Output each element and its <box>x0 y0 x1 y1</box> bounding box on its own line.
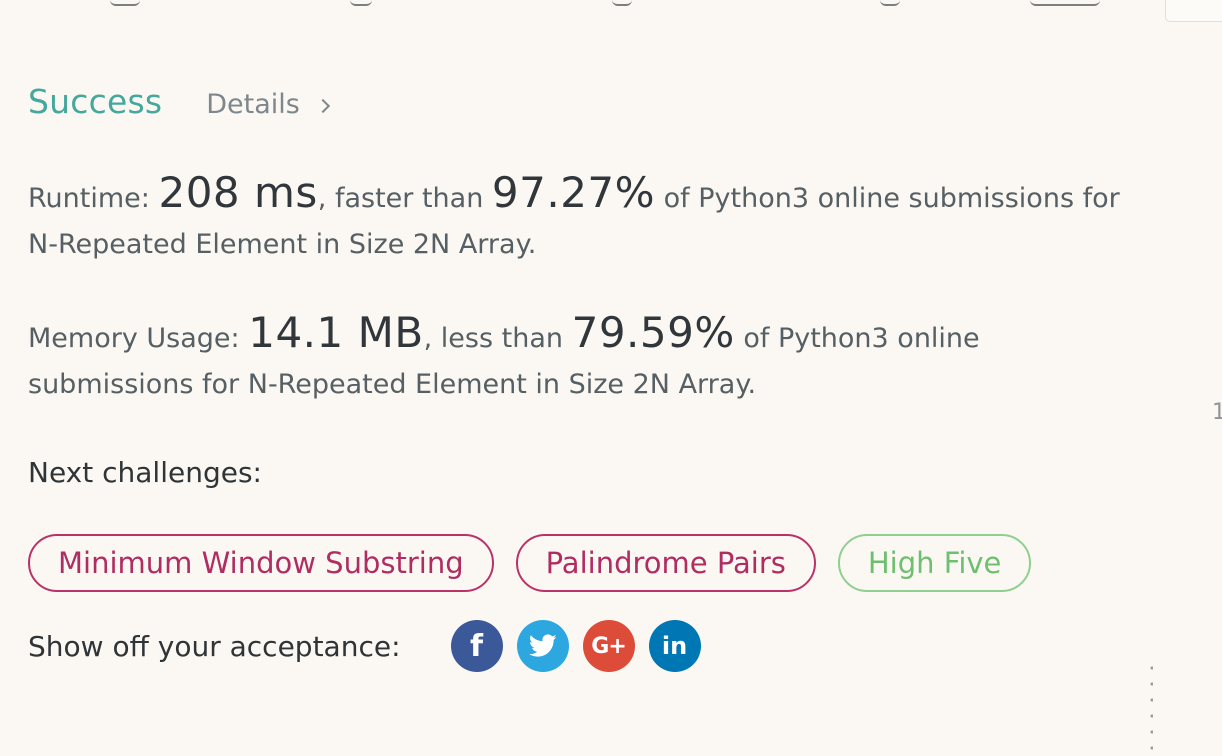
chevron-right-icon <box>315 98 330 113</box>
toolbar-fragment <box>110 0 140 6</box>
runtime-label: Runtime: <box>28 183 150 214</box>
memory-stat: Memory Usage: 14.1 MB, less than 79.59% … <box>28 310 1008 408</box>
next-challenges-list: Minimum Window Substring Palindrome Pair… <box>28 534 1053 592</box>
facebook-icon[interactable]: f <box>450 620 503 672</box>
google-plus-glyph: G+ <box>591 633 626 659</box>
status-success: Success <box>28 82 163 121</box>
memory-percent: 79.59% <box>571 308 735 357</box>
submission-result-page: Success Details Runtime: 208 ms, faster … <box>0 0 1222 756</box>
linkedin-icon[interactable]: in <box>648 620 701 672</box>
runtime-comparison: , faster than <box>317 183 484 214</box>
challenge-chip[interactable]: Palindrome Pairs <box>515 534 816 592</box>
facebook-glyph: f <box>470 628 484 664</box>
google-plus-icon[interactable]: G+ <box>582 620 635 672</box>
runtime-value: 208 ms <box>158 168 318 217</box>
twitter-bird-shape <box>528 634 557 657</box>
share-label: Show off your acceptance: <box>28 629 401 663</box>
toolbar-fragment <box>612 0 632 6</box>
memory-label: Memory Usage: <box>28 323 240 354</box>
runtime-stat: Runtime: 208 ms, faster than 97.27% of P… <box>28 170 1148 268</box>
resize-handle[interactable] <box>1150 660 1153 756</box>
toolbar-fragment <box>350 0 372 6</box>
challenge-chip[interactable]: High Five <box>837 534 1032 592</box>
top-right-button[interactable] <box>1165 0 1222 22</box>
status-row: Success Details <box>28 82 330 121</box>
share-row: Show off your acceptance: f G+ in <box>28 620 715 672</box>
twitter-icon[interactable] <box>516 620 569 672</box>
details-link[interactable]: Details <box>206 89 330 120</box>
toolbar-fragment <box>880 0 900 6</box>
memory-comparison: , less than <box>423 323 563 354</box>
next-challenges-label: Next challenges: <box>28 456 262 489</box>
challenge-chip[interactable]: Minimum Window Substring <box>28 534 494 592</box>
memory-value: 14.1 MB <box>248 308 424 357</box>
linkedin-glyph: in <box>661 632 688 660</box>
runtime-percent: 97.27% <box>491 168 656 217</box>
toolbar-fragment <box>1030 0 1100 6</box>
details-label: Details <box>206 89 300 120</box>
edge-line-number: 1 <box>1212 400 1222 425</box>
top-toolbar-fragment <box>0 0 1222 6</box>
